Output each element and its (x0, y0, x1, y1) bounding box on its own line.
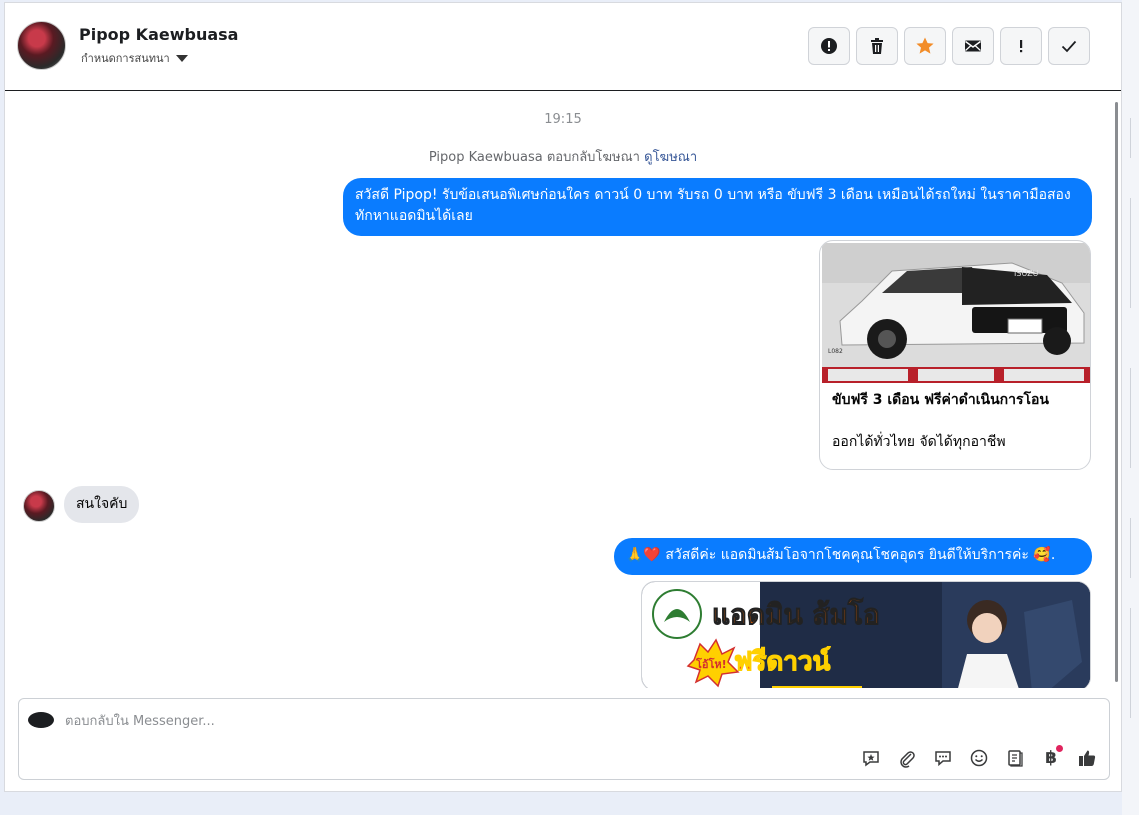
envelope-icon (965, 40, 981, 52)
saved-reply-button[interactable] (859, 746, 883, 770)
conversation-panel: Pipop Kaewbuasa กำหนดการสนทนา 19:15 Pipo… (4, 2, 1122, 792)
like-icon (1079, 750, 1096, 766)
saved-reply-icon (863, 751, 879, 767)
ad-reply-text: Pipop Kaewbuasa ตอบกลับโฆษณา (428, 150, 640, 165)
banner-promo: ฟรีดาวน์ (734, 646, 831, 677)
report-button[interactable] (808, 27, 850, 65)
star-icon (916, 37, 934, 54)
contact-name[interactable]: Pipop Kaewbuasa (79, 25, 238, 44)
banner-headline: แอดมิน ส้มโอ (712, 597, 880, 631)
reply-input[interactable] (65, 709, 665, 733)
promo-banner-graphic: แอดมิน ส้มโอ โอ้โห! ฟรีดาวน์ (642, 582, 1090, 688)
trash-icon (871, 38, 883, 54)
image-code-text: L082 (828, 348, 843, 355)
star-button[interactable] (904, 27, 946, 65)
outgoing-message[interactable]: สวัสดี Pipop! รับข้อเสนอพิเศษก่อนใคร ดาว… (343, 178, 1092, 236)
exclamation-icon (1020, 40, 1023, 53)
composer-toolbar: ฿ (859, 745, 1099, 770)
emoji-icon (970, 749, 988, 767)
payment-button[interactable]: ฿ (1039, 745, 1063, 770)
message-timestamp: 19:15 (544, 112, 582, 127)
chat-bubble-icon (935, 751, 951, 767)
ad-card-description: ออกได้ทั่วไทย จัดได้ทุกอาชีพ (832, 434, 1006, 450)
mark-unread-button[interactable] (952, 27, 994, 65)
ad-card[interactable]: ISUZU L082 ขับฟรี 3 เดือน ฟรีค่าดำเนินกา… (819, 240, 1091, 470)
contact-avatar-small[interactable] (23, 490, 55, 522)
incoming-message[interactable]: สนใจคับ (64, 486, 140, 523)
check-icon (1061, 40, 1077, 53)
quick-reply-button[interactable] (931, 746, 955, 770)
notes-icon (1008, 750, 1023, 767)
right-edge-strip (1122, 0, 1139, 815)
alert-circle-icon (821, 38, 837, 54)
view-ad-link[interactable]: ดูโฆษณา (644, 150, 697, 165)
assign-label: กำหนดการสนทนา (81, 52, 170, 65)
spam-button[interactable] (1000, 27, 1042, 65)
ad-reply-notice: Pipop Kaewbuasa ตอบกลับโฆษณา ดูโฆษณา (5, 146, 1121, 167)
emoji-button[interactable] (967, 746, 991, 770)
attach-button[interactable] (895, 746, 919, 770)
message-thread[interactable]: 19:15 Pipop Kaewbuasa ตอบกลับโฆษณา ดูโฆษ… (5, 92, 1121, 688)
contact-avatar[interactable] (17, 21, 66, 70)
thread-scrollbar[interactable] (1115, 102, 1118, 682)
delete-button[interactable] (856, 27, 898, 65)
notes-button[interactable] (1003, 746, 1027, 770)
pickup-truck-image: ISUZU L082 (822, 243, 1090, 381)
like-button[interactable] (1075, 746, 1099, 770)
outgoing-message[interactable]: 🙏❤️ สวัสดีค่ะ แอดมินส้มโอจากโชคคุณโชคอุด… (614, 538, 1092, 575)
reply-composer: ฿ (18, 698, 1110, 780)
brand-text: ISUZU (1014, 269, 1039, 278)
assign-conversation-dropdown[interactable]: กำหนดการสนทนา (81, 49, 188, 67)
notification-dot (1056, 745, 1063, 752)
conversation-header: Pipop Kaewbuasa กำหนดการสนทนา (5, 3, 1121, 91)
done-button[interactable] (1048, 27, 1090, 65)
ad-card-image: ISUZU L082 (822, 243, 1090, 383)
ad-card-title: ขับฟรี 3 เดือน ฟรีค่าดำเนินการโอน (832, 392, 1049, 408)
page-avatar (28, 712, 54, 728)
caret-down-icon (175, 54, 188, 62)
banner-badge: โอ้โห! (695, 657, 727, 671)
promo-banner-image[interactable]: แอดมิน ส้มโอ โอ้โห! ฟรีดาวน์ (641, 581, 1091, 688)
attach-icon (900, 751, 915, 768)
baht-icon: ฿ (1045, 748, 1057, 768)
conversation-toolbar (808, 27, 1090, 65)
